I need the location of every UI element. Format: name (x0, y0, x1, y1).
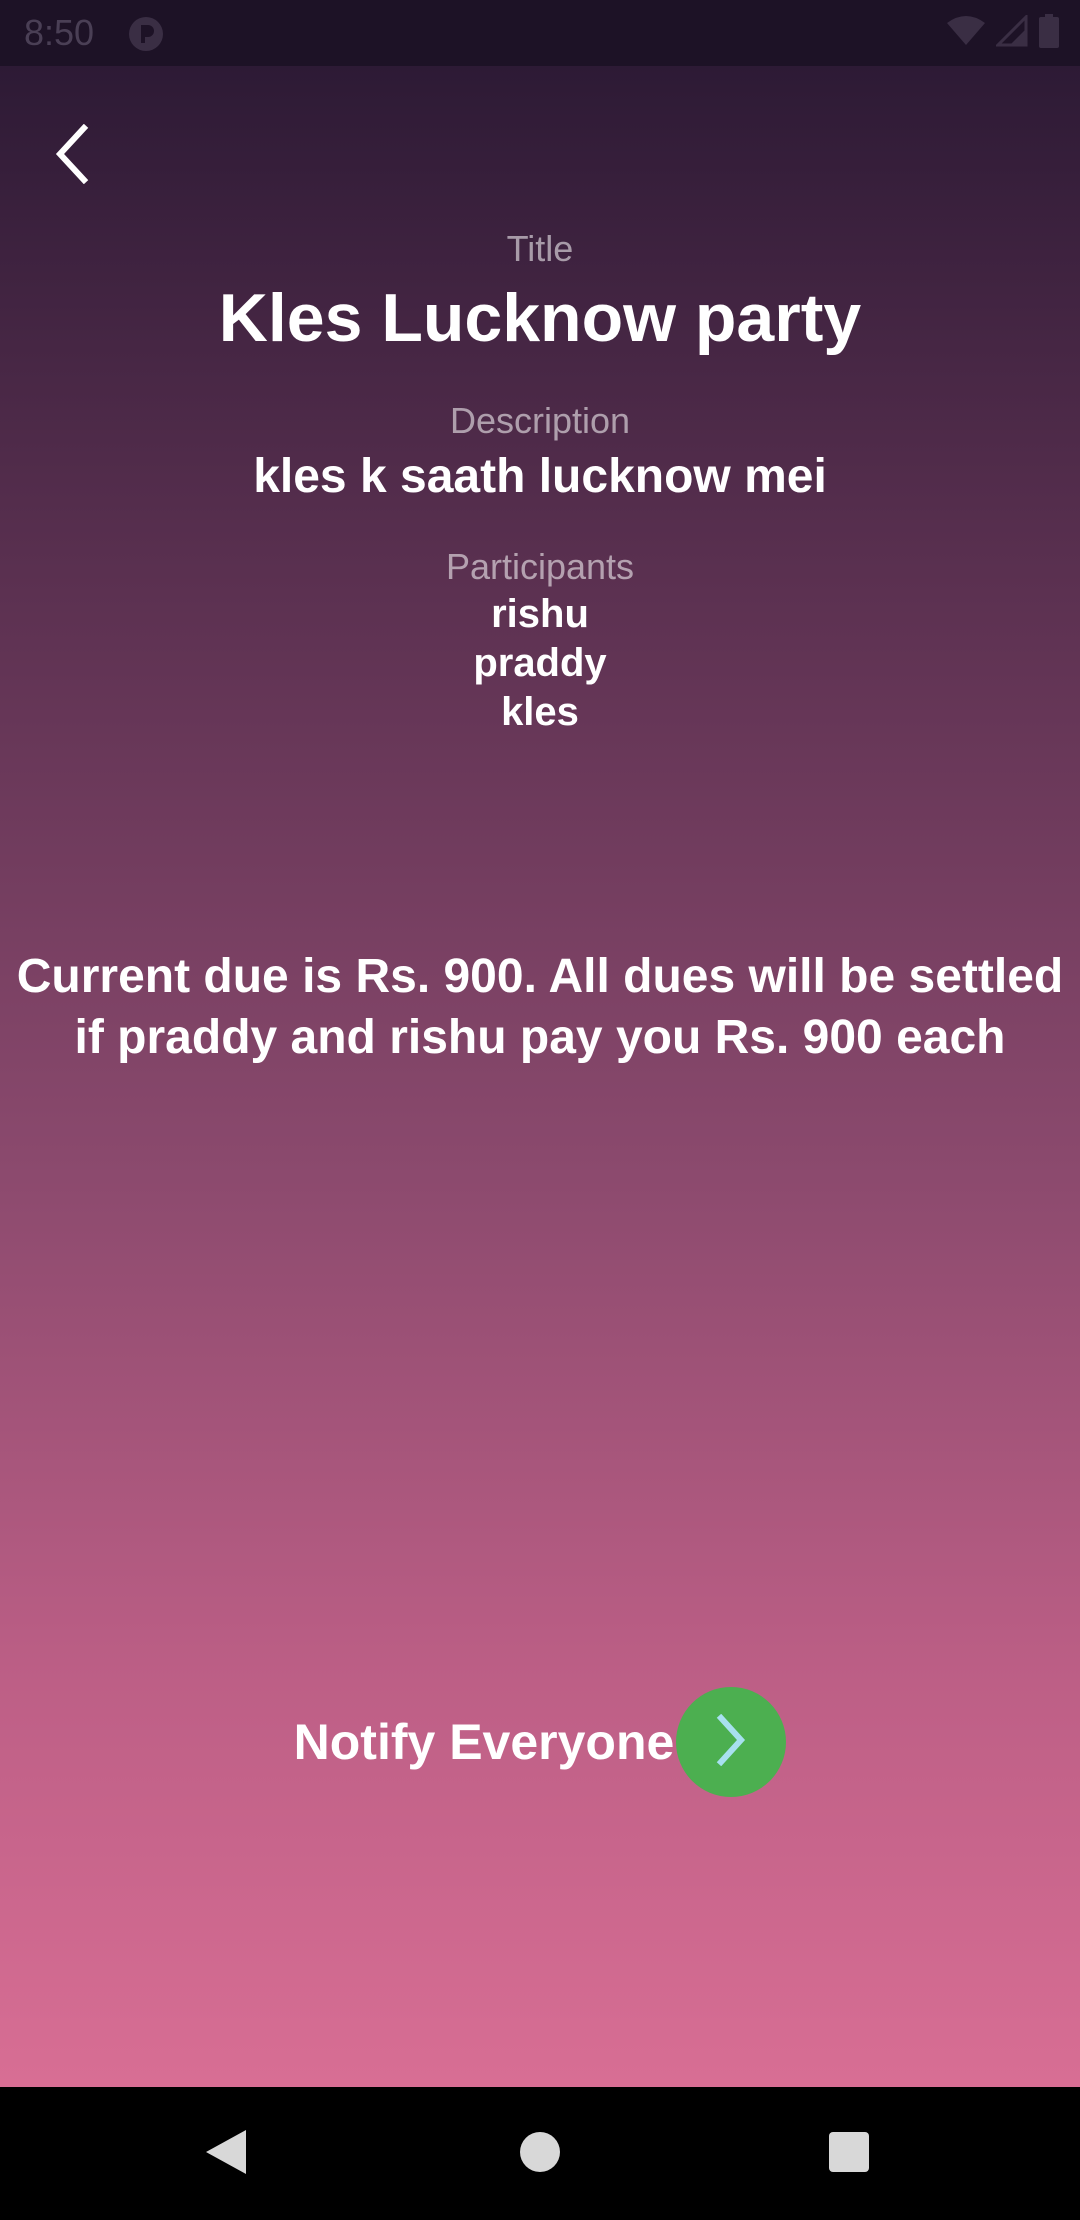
status-bar: 8:50 (0, 0, 1080, 66)
participants-label: Participants (445, 546, 635, 587)
participant-item: praddy (473, 641, 607, 685)
system-back-button[interactable] (193, 2121, 259, 2187)
event-details-screen: Title Kles Lucknow party Description kle… (0, 66, 1080, 2087)
due-summary-line: Current due is Rs. 900. All dues will be… (16, 950, 1064, 1003)
event-title: Kles Lucknow party (218, 280, 862, 356)
due-summary-line: if praddy and rishu pay you Rs. 900 each (74, 1011, 1006, 1064)
triangle-back-icon (204, 2128, 248, 2181)
notify-everyone-label: Notify Everyone (293, 1714, 675, 1770)
notify-send-button[interactable] (676, 1687, 787, 1797)
battery-icon (1038, 13, 1060, 53)
chevron-right-icon (713, 1713, 749, 1771)
title-label: Title (506, 228, 574, 269)
app-notification-icon (128, 16, 164, 52)
status-time: 8:50 (24, 12, 95, 53)
square-recents-icon (828, 2131, 870, 2178)
wifi-icon (946, 15, 986, 52)
description-label: Description (449, 400, 631, 441)
event-description: kles k saath lucknow mei (253, 450, 827, 503)
due-summary: Current due is Rs. 900. All dues will be… (0, 946, 1080, 1068)
notify-everyone-button[interactable]: Notify Everyone (294, 1687, 787, 1797)
back-button[interactable] (40, 123, 104, 189)
participant-item: kles (501, 690, 579, 734)
system-recents-button[interactable] (816, 2121, 882, 2187)
system-home-button[interactable] (507, 2121, 573, 2187)
app-screen: 8:50 Title Kles Lucknow party Descriptio… (0, 0, 1080, 2220)
participant-item: rishu (491, 592, 589, 636)
signal-icon (994, 12, 1028, 52)
notify-row: Notify Everyone (0, 1686, 1080, 1798)
circle-home-icon (519, 2131, 561, 2178)
status-icons (946, 12, 1060, 53)
system-nav-bar (0, 2087, 1080, 2220)
chevron-left-icon (52, 123, 92, 189)
participants-list: rishu praddy kles (0, 590, 1080, 737)
